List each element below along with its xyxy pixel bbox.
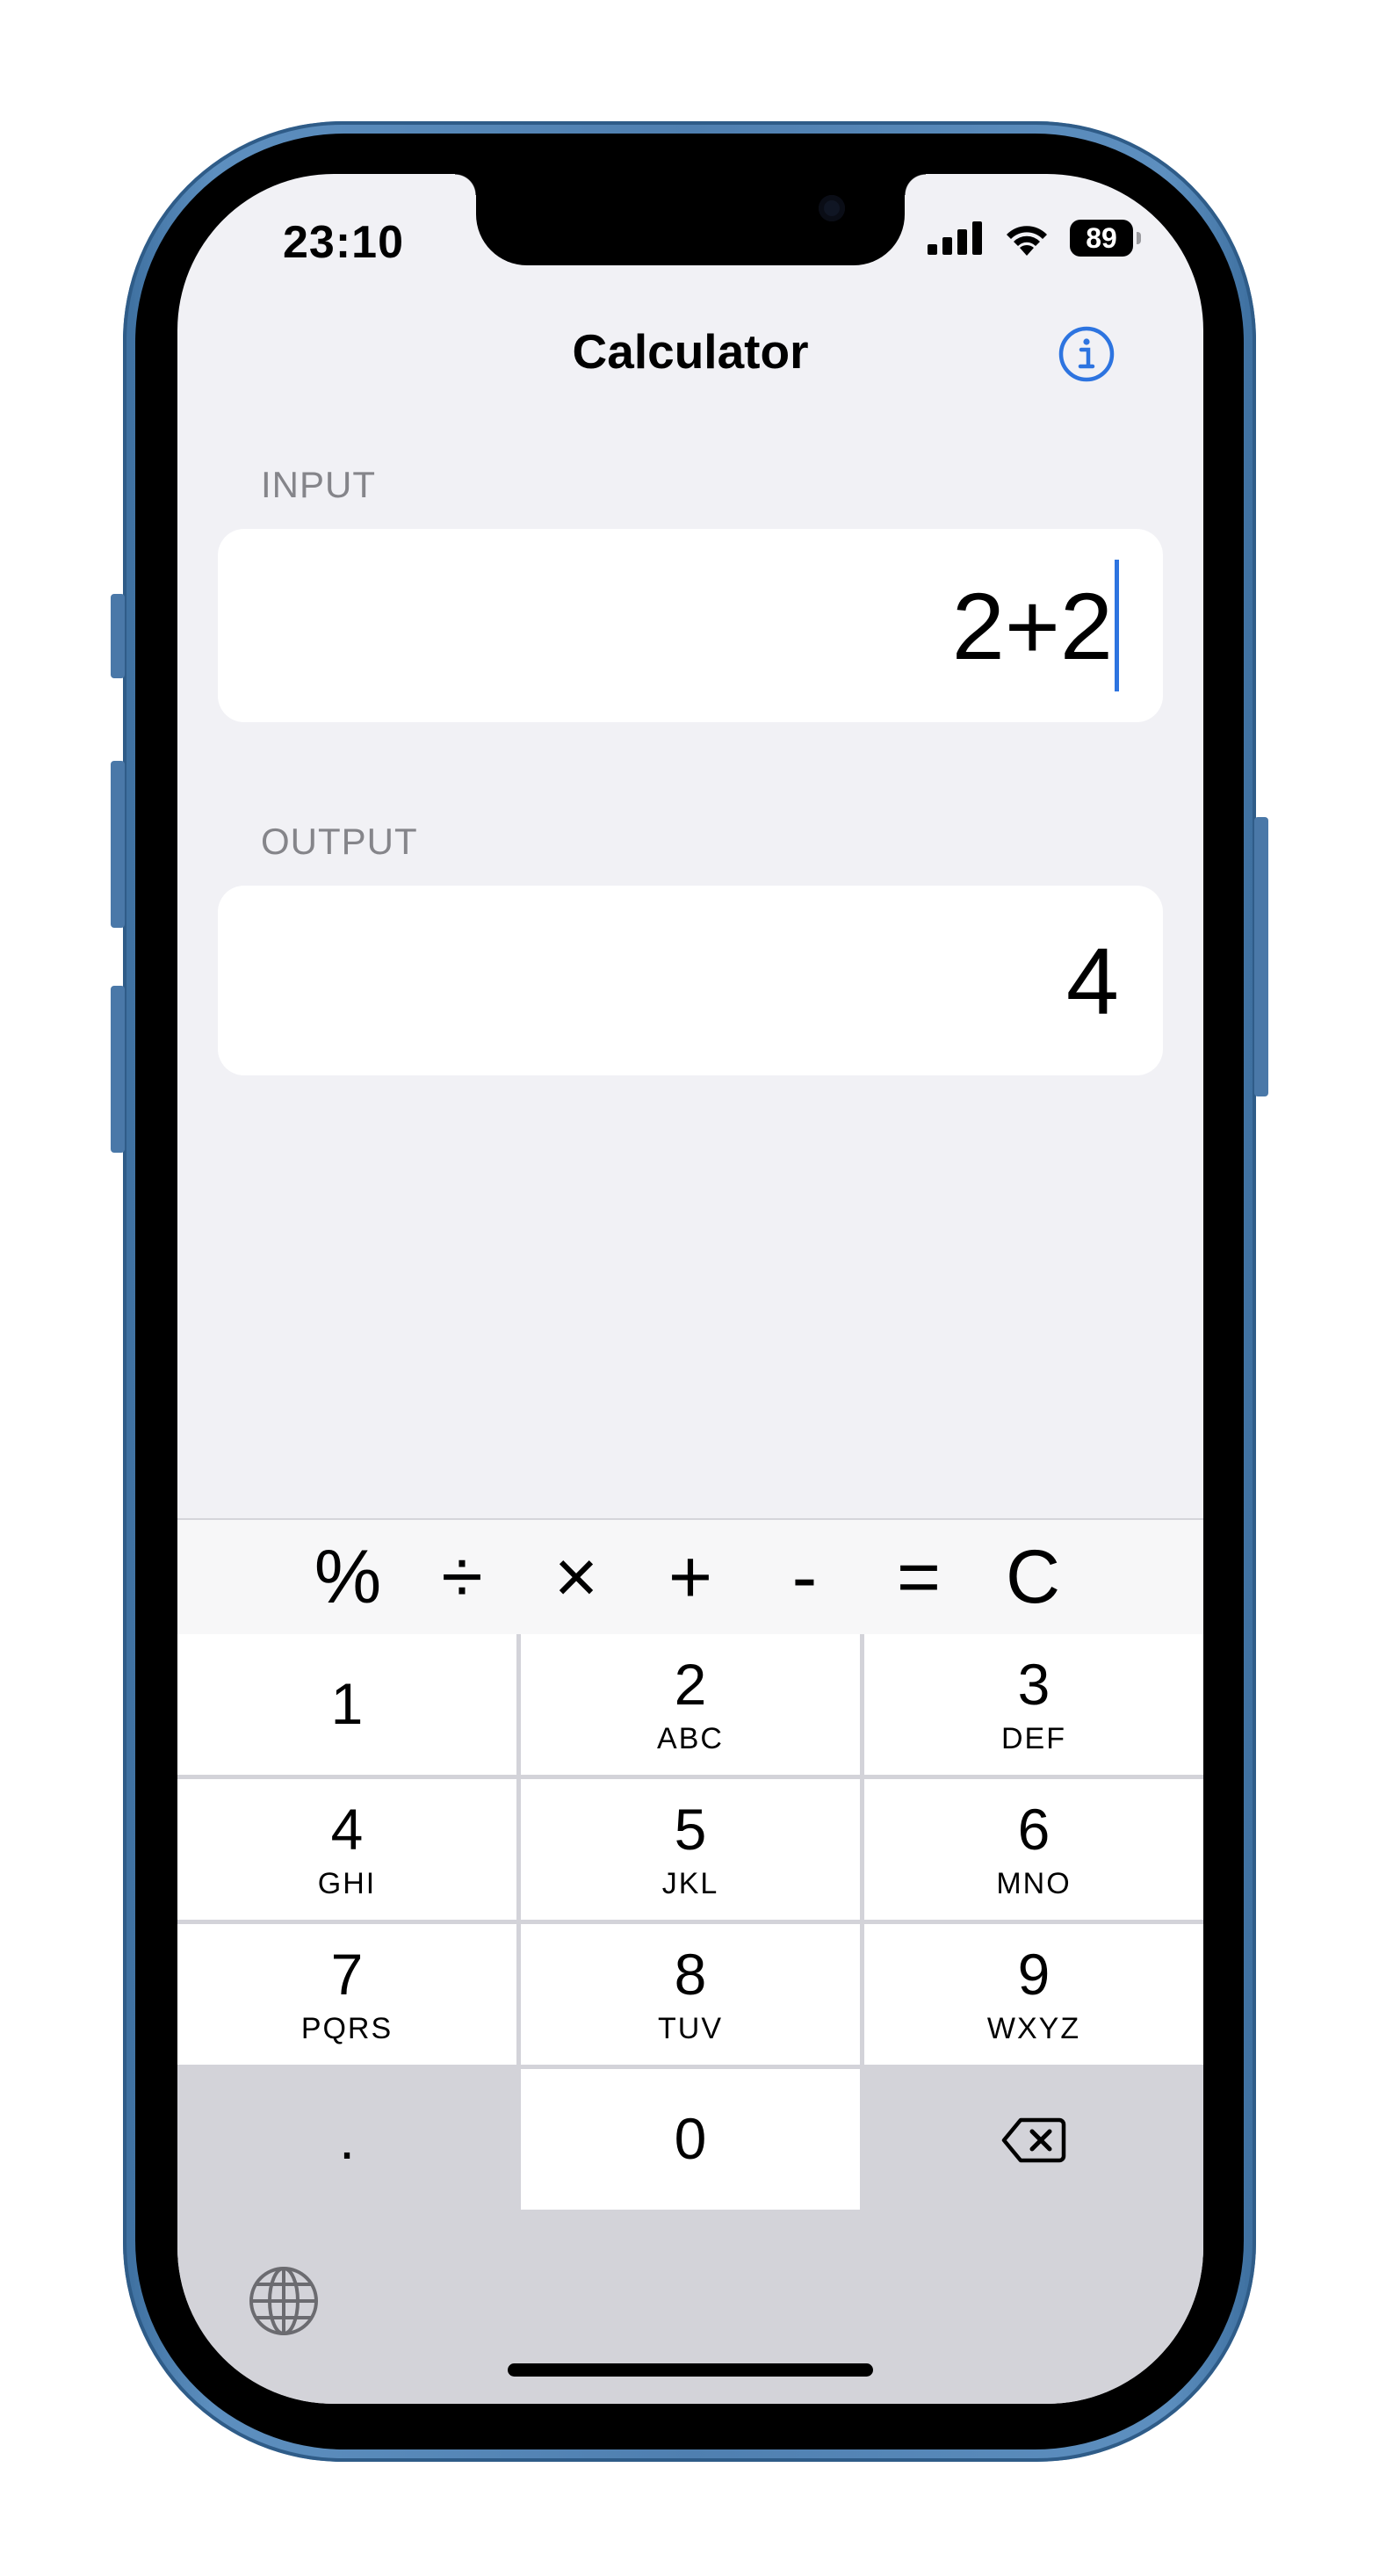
key-letters: TUV <box>658 2012 723 2045</box>
key-1[interactable]: 1 <box>177 1634 516 1775</box>
minus-key[interactable]: - <box>747 1520 862 1634</box>
key-0[interactable]: 0 <box>521 2069 860 2210</box>
key-3[interactable]: 3 DEF <box>864 1634 1203 1775</box>
percent-key[interactable]: % <box>291 1520 405 1634</box>
output-value: 4 <box>1065 927 1119 1034</box>
key-digit: 4 <box>330 1797 364 1862</box>
key-letters: WXYZ <box>986 2012 1081 2045</box>
delete-backspace-icon <box>1001 2117 1066 2163</box>
key-2[interactable]: 2 ABC <box>521 1634 860 1775</box>
key-letters: PQRS <box>300 2012 393 2045</box>
key-letters: DEF <box>1001 1722 1066 1755</box>
nav-title: Calculator <box>572 324 809 379</box>
key-digit: 9 <box>1017 1942 1050 2007</box>
output-label: OUTPUT <box>261 821 418 862</box>
front-camera <box>819 195 845 221</box>
key-digit: 3 <box>1017 1652 1050 1717</box>
key-letters: GHI <box>317 1867 377 1900</box>
notch <box>455 174 926 265</box>
key-digit: 1 <box>330 1671 364 1736</box>
key-digit: 8 <box>674 1942 707 2007</box>
input-value: 2+2 <box>951 572 1113 679</box>
home-indicator[interactable] <box>508 2363 873 2377</box>
volume-up-button <box>111 761 125 928</box>
globe-icon[interactable] <box>248 2265 320 2337</box>
battery-icon: 89 <box>1070 220 1141 257</box>
key-letters: JKL <box>661 1867 719 1900</box>
keyboard: % ÷ × + - = C 1 2 ABC 3 DEF 4 GHI 5 JKL … <box>177 1518 1203 2404</box>
status-icons: 89 <box>928 220 1141 257</box>
key-7[interactable]: 7 PQRS <box>177 1924 516 2065</box>
divide-key[interactable]: ÷ <box>405 1520 519 1634</box>
key-delete[interactable] <box>864 2069 1203 2210</box>
key-8[interactable]: 8 TUV <box>521 1924 860 2065</box>
input-label: INPUT <box>261 464 376 505</box>
operator-toolbar: % ÷ × + - = C <box>177 1518 1203 1634</box>
input-field[interactable]: 2+2 <box>218 529 1163 722</box>
key-letters: ABC <box>657 1722 724 1755</box>
phone-screen: 23:10 89 Calculator INPUT 2+2 OUTPUT 4 % <box>177 174 1203 2404</box>
text-cursor <box>1115 560 1119 691</box>
multiply-key[interactable]: × <box>519 1520 633 1634</box>
key-letters: MNO <box>996 1867 1072 1900</box>
key-9[interactable]: 9 WXYZ <box>864 1924 1203 2065</box>
plus-key[interactable]: + <box>633 1520 747 1634</box>
status-time: 23:10 <box>283 217 404 268</box>
equals-key[interactable]: = <box>862 1520 976 1634</box>
wifi-icon <box>1007 226 1047 256</box>
key-digit: 7 <box>330 1942 364 2007</box>
info-circle-icon[interactable] <box>1058 325 1115 383</box>
key-digit: 2 <box>674 1652 707 1717</box>
key-digit: 5 <box>674 1797 707 1862</box>
cellular-signal-icon <box>928 221 982 255</box>
action-button <box>111 594 125 678</box>
key-digit: 0 <box>674 2106 707 2171</box>
key-digit: . <box>338 2106 356 2171</box>
key-6[interactable]: 6 MNO <box>864 1779 1203 1920</box>
key-5[interactable]: 5 JKL <box>521 1779 860 1920</box>
key-4[interactable]: 4 GHI <box>177 1779 516 1920</box>
key-decimal[interactable]: . <box>177 2069 516 2210</box>
power-button <box>1254 817 1268 1096</box>
volume-down-button <box>111 986 125 1153</box>
clear-key[interactable]: C <box>976 1520 1090 1634</box>
key-digit: 6 <box>1017 1797 1050 1862</box>
output-field: 4 <box>218 886 1163 1075</box>
